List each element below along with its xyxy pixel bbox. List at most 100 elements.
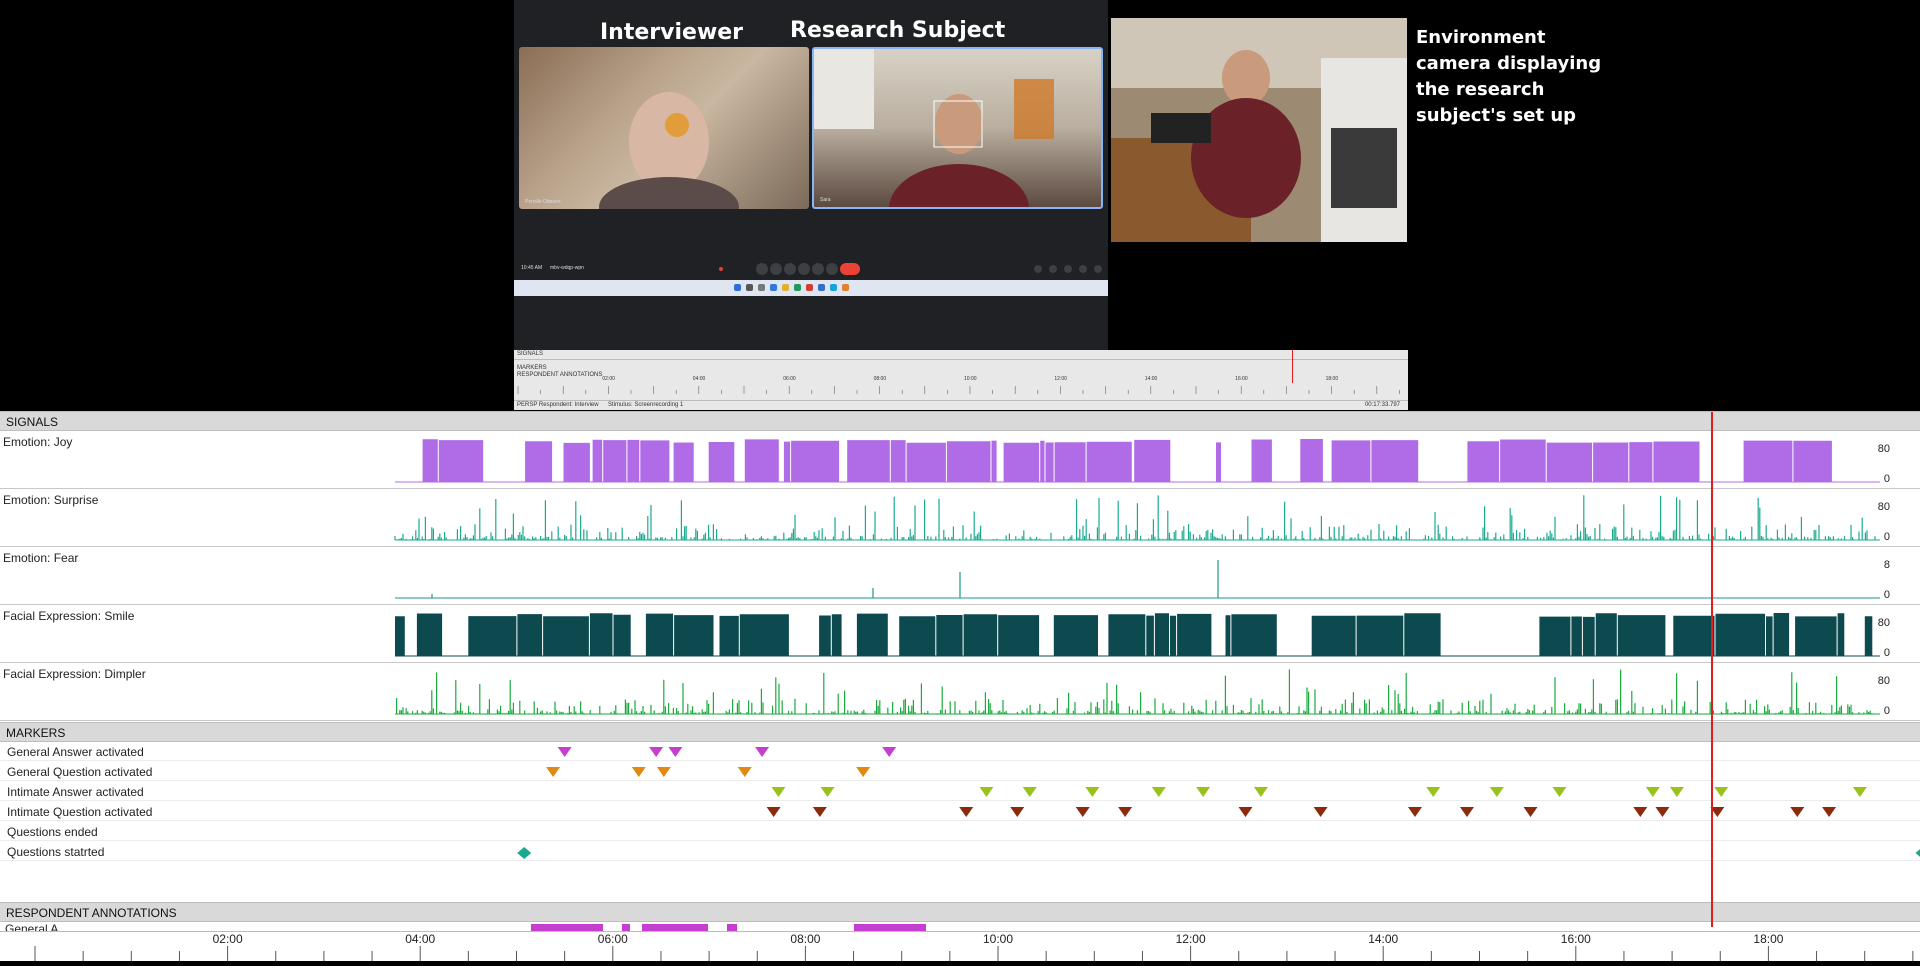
signal-row[interactable]: Emotion: Fear 8 0 [0, 547, 1920, 605]
marker-event-icon[interactable] [1552, 787, 1567, 797]
mini-signals-label: SIGNALS [517, 351, 544, 357]
markers-section-header[interactable]: MARKERS [0, 722, 1920, 742]
app-icon[interactable] [842, 284, 849, 291]
marker-event-icon[interactable] [979, 787, 994, 797]
annotations-section-header[interactable]: RESPONDENT ANNOTATIONS [0, 902, 1920, 922]
folder-icon[interactable] [782, 284, 789, 291]
marker-event-icon[interactable] [1022, 787, 1037, 797]
playhead-cursor[interactable] [1710, 412, 1713, 927]
marker-event-icon[interactable] [1790, 807, 1805, 817]
marker-event-icon[interactable] [1459, 807, 1474, 817]
marker-event-icon[interactable] [1822, 807, 1837, 817]
marker-event-icon[interactable] [856, 767, 871, 777]
annotation-bar[interactable] [531, 924, 603, 931]
signal-row[interactable]: Emotion: Joy 80 0 [0, 431, 1920, 489]
edge-icon[interactable] [830, 284, 837, 291]
time-axis-label: 12:00 [1175, 932, 1206, 946]
annotation-bar[interactable] [727, 924, 737, 931]
info-button[interactable] [1034, 265, 1042, 273]
annotation-bar[interactable] [854, 924, 926, 931]
marker-event-icon[interactable] [820, 787, 835, 797]
host-controls-button[interactable] [1094, 265, 1102, 273]
environment-scene [1111, 18, 1407, 242]
marker-event-icon[interactable] [668, 747, 683, 757]
chrome-icon[interactable] [806, 284, 813, 291]
marker-event-icon[interactable] [1489, 787, 1504, 797]
marker-event-icon[interactable] [631, 767, 646, 777]
signals-section-header[interactable]: SIGNALS [0, 411, 1920, 431]
marker-event-icon[interactable] [1915, 847, 1920, 859]
subject-video: Sara [812, 47, 1103, 209]
marker-event-icon[interactable] [1714, 787, 1729, 797]
camera-button[interactable] [770, 263, 782, 275]
marker-event-icon[interactable] [1313, 807, 1328, 817]
marker-event-icon[interactable] [766, 807, 781, 817]
marker-event-icon[interactable] [1118, 807, 1133, 817]
marker-event-icon[interactable] [882, 747, 897, 757]
explorer-icon[interactable] [770, 284, 777, 291]
mini-divider [514, 359, 1408, 360]
time-axis[interactable]: 02:00 04:00 06:00 08:00 10:00 12:00 14:00 16:00… [0, 931, 1920, 961]
marker-event-icon[interactable] [1426, 787, 1441, 797]
marker-event-icon[interactable] [1669, 787, 1684, 797]
interviewer-figure [599, 92, 739, 209]
environment-camera-caption: Environment camera displaying the resear… [1416, 27, 1602, 126]
mini-time-axis-label: 18:00 [1325, 376, 1339, 382]
mini-time-axis-label: 14:00 [1144, 376, 1158, 382]
marker-event-icon[interactable] [1633, 807, 1648, 817]
marker-event-icon[interactable] [1852, 787, 1867, 797]
marker-event-icon[interactable] [1075, 807, 1090, 817]
chat-button[interactable] [1064, 265, 1072, 273]
word-icon[interactable] [818, 284, 825, 291]
marker-event-icon[interactable] [1010, 807, 1025, 817]
captions-button[interactable] [784, 263, 796, 275]
signal-row[interactable]: Facial Expression: Dimpler 80 0 [0, 663, 1920, 721]
marker-event-icon[interactable] [1085, 787, 1100, 797]
more-options-button[interactable] [826, 263, 838, 275]
signal-data-path [431, 560, 1219, 598]
signal-scale-max: 80 [1877, 675, 1890, 687]
search-icon[interactable] [746, 284, 753, 291]
marker-event-icon[interactable] [656, 767, 671, 777]
marker-event-icon[interactable] [1523, 807, 1538, 817]
marker-event-icon[interactable] [649, 747, 664, 757]
marker-event-icon[interactable] [1253, 787, 1268, 797]
microphone-button[interactable] [756, 263, 768, 275]
signal-scale-max: 80 [1877, 443, 1890, 455]
mini-time-axis: 02:00 04:00 06:00 08:00 10:00 12:00 14:00 16:00… [514, 376, 1408, 396]
mini-time-axis-label: 06:00 [783, 376, 796, 382]
mini-playhead[interactable] [1292, 350, 1293, 383]
marker-event-icon[interactable] [1407, 807, 1422, 817]
marker-event-icon[interactable] [1238, 807, 1253, 817]
raise-hand-button[interactable] [798, 263, 810, 275]
store-icon[interactable] [794, 284, 801, 291]
mini-time-axis-label: 02:00 [602, 376, 615, 382]
marker-event-icon[interactable] [1151, 787, 1166, 797]
marker-event-icon[interactable] [755, 747, 770, 757]
signal-row[interactable]: Emotion: Surprise 80 0 [0, 489, 1920, 547]
time-axis-label: 08:00 [790, 932, 821, 946]
annotation-bar[interactable] [622, 924, 630, 931]
marker-event-icon[interactable] [771, 787, 786, 797]
task-view-icon[interactable] [758, 284, 765, 291]
marker-event-icon[interactable] [959, 807, 974, 817]
marker-event-icon[interactable] [1645, 787, 1660, 797]
marker-event-icon[interactable] [737, 767, 752, 777]
activities-button[interactable] [1079, 265, 1087, 273]
marker-event-icon[interactable] [517, 847, 532, 859]
marker-event-icon[interactable] [546, 767, 561, 777]
marker-event-icon[interactable] [1655, 807, 1670, 817]
windows-start-icon[interactable] [734, 284, 741, 291]
signal-row[interactable]: Facial Expression: Smile 80 0 [0, 605, 1920, 663]
marker-event-icon[interactable] [1196, 787, 1211, 797]
people-button[interactable] [1049, 265, 1057, 273]
leave-call-button[interactable] [840, 263, 860, 275]
time-axis-label: 14:00 [1368, 932, 1399, 946]
mini-time-axis-label: 16:00 [1235, 376, 1248, 382]
analysis-panel: SIGNALS Emotion: Joy 80 0 Emotion: Surprise… [0, 411, 1920, 961]
marker-event-icon[interactable] [812, 807, 827, 817]
signal-scale-min: 0 [1883, 647, 1890, 659]
present-button[interactable] [812, 263, 824, 275]
marker-event-icon[interactable] [557, 747, 572, 757]
annotation-bar[interactable] [642, 924, 708, 931]
